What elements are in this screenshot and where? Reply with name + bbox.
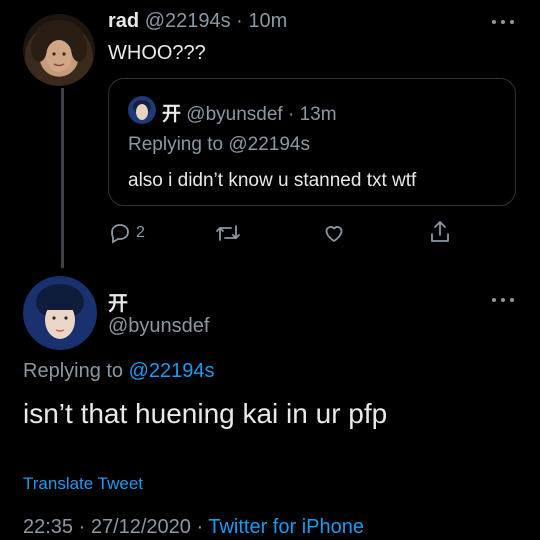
quote-avatar-image bbox=[133, 100, 151, 120]
more-icon[interactable] bbox=[492, 19, 514, 25]
quote-handle[interactable]: @byunsdef bbox=[186, 104, 282, 125]
tweet2-replying-handle[interactable]: @22194s bbox=[129, 360, 215, 382]
tweet2-handle[interactable]: @byunsdef bbox=[108, 315, 209, 338]
tweet2-source[interactable]: Twitter for iPhone bbox=[208, 516, 364, 538]
quote-header: 开 @byunsdef · 13m bbox=[162, 99, 337, 126]
tweet2-replying-prefix: Replying to bbox=[23, 360, 124, 382]
avatar-rad-image bbox=[31, 20, 87, 72]
tweet2-name[interactable]: 开 bbox=[108, 287, 128, 316]
quote-name[interactable]: 开 bbox=[162, 104, 181, 125]
more-icon[interactable] bbox=[492, 297, 514, 303]
quote-dot: · bbox=[287, 104, 295, 125]
tweet2-timestamp[interactable]: 22:35 · 27/12/2020 · bbox=[23, 516, 203, 538]
tweet2-meta: 22:35 · 27/12/2020 · Twitter for iPhone bbox=[23, 516, 364, 539]
quote-replying-handle[interactable]: @22194s bbox=[228, 134, 310, 155]
thread-line bbox=[61, 88, 64, 268]
avatar-byunsdef[interactable] bbox=[23, 276, 97, 350]
reply-count: 2 bbox=[136, 224, 145, 241]
retweet-button[interactable] bbox=[215, 221, 241, 245]
translate-tweet-link[interactable]: Translate Tweet bbox=[23, 474, 143, 494]
quote-avatar[interactable] bbox=[128, 96, 156, 124]
tweet2-text: isn’t that huening kai in ur pfp bbox=[23, 398, 388, 429]
quote-time[interactable]: 13m bbox=[300, 104, 337, 125]
reply-button[interactable]: 2 bbox=[108, 221, 145, 245]
tweet1-time[interactable]: 10m bbox=[248, 10, 287, 32]
heart-icon bbox=[325, 226, 343, 242]
avatar-byunsdef-image bbox=[36, 284, 84, 339]
tweet2-replying: Replying to @22194s bbox=[23, 360, 215, 383]
tweet1-name[interactable]: rad bbox=[108, 10, 139, 32]
tweet1-handle[interactable]: @22194s bbox=[145, 10, 231, 32]
retweet-icon bbox=[216, 225, 240, 241]
like-button[interactable] bbox=[322, 221, 346, 245]
quote-replying-prefix: Replying to bbox=[128, 134, 224, 155]
avatar-rad[interactable] bbox=[23, 14, 95, 86]
quote-text: also i didn’t know u stanned txt wtf bbox=[128, 170, 417, 191]
tweet1-text: WHOO??? bbox=[108, 42, 206, 64]
tweet1-dot: · bbox=[236, 10, 243, 32]
tweet1-header: rad @22194s · 10m bbox=[108, 10, 287, 33]
quote-replying: Replying to @22194s bbox=[128, 134, 310, 156]
share-button[interactable] bbox=[428, 219, 452, 245]
share-icon bbox=[431, 221, 449, 242]
reply-icon bbox=[111, 224, 129, 244]
